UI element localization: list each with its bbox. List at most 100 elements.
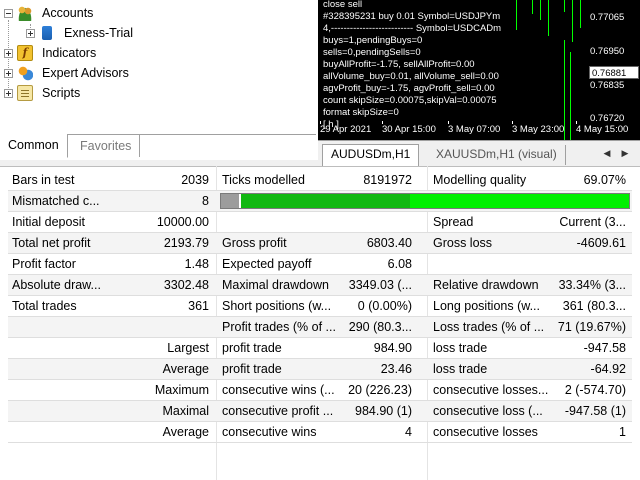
- report-value: Average: [162, 425, 209, 439]
- report-label: consecutive losses: [433, 425, 538, 439]
- report-label: Bars in test: [12, 173, 75, 187]
- report-value: 71 (19.67%): [557, 320, 626, 334]
- report-label: loss trade: [433, 341, 488, 355]
- navigator-tabs: Common Favorites: [0, 134, 316, 160]
- candle-wick: [540, 0, 541, 20]
- chart-comment-line: close sell: [323, 0, 363, 10]
- report-value: 10000.00: [156, 215, 209, 229]
- candle-wick: [572, 0, 573, 42]
- chart-tab-xauusdm[interactable]: XAUUSDm,H1 (visual): [428, 145, 566, 165]
- candle-wick: [548, 0, 549, 36]
- report-row: Absolute draw... 3302.48 Maximal drawdown 3…: [8, 275, 632, 296]
- price-label: 0.76950: [590, 46, 625, 57]
- nav-item-label: Indicators: [42, 46, 97, 60]
- report-row: Bars in test 2039 Ticks modelled 8191972 Mod…: [8, 170, 632, 191]
- report-label: Gross loss: [433, 236, 493, 250]
- chart-comment-line: 4,-------------------------- Symbol=USDC…: [323, 23, 502, 34]
- price-label: 0.76835: [590, 80, 625, 91]
- report-value: 8191972: [363, 173, 412, 187]
- nav-item-label: Accounts: [42, 6, 94, 20]
- time-label: 30 Apr 15:00: [382, 124, 436, 135]
- expand-icon[interactable]: [4, 68, 13, 78]
- report-row: Average profit trade 23.46 loss trade -64.92: [8, 359, 632, 380]
- candle-wick: [516, 0, 517, 30]
- tab-common[interactable]: Common: [0, 134, 68, 158]
- indicators-icon: f: [17, 45, 33, 61]
- report-value: 6803.40: [366, 236, 412, 250]
- report-value: 3302.48: [163, 278, 209, 292]
- expand-icon[interactable]: [4, 48, 13, 58]
- time-label: 3 May 07:00: [448, 124, 501, 135]
- report-value: Largest: [167, 341, 209, 355]
- report-row: Largest profit trade 984.90 loss trade -947.…: [8, 338, 632, 359]
- report-label: [8, 359, 128, 379]
- chart-comment-line: count skipSize=0.00075,skipVal=0.00075: [323, 95, 497, 106]
- collapse-icon[interactable]: [4, 8, 13, 18]
- report-label: Modelling quality: [433, 173, 527, 187]
- report-label: consecutive loss (...: [433, 404, 543, 418]
- report-row: Total net profit 2193.79 Gross profit 6803.…: [8, 233, 632, 254]
- report-value: 2193.79: [163, 236, 209, 250]
- report-value: 8: [202, 194, 209, 208]
- time-label: 3 May 23:00: [512, 124, 565, 135]
- server-icon: [42, 26, 52, 40]
- report-value: Average: [162, 362, 209, 376]
- candle-wick: [532, 0, 533, 14]
- time-label: 4 May 15:00: [576, 124, 629, 135]
- report-value: 23.46: [380, 362, 412, 376]
- report-value: 20 (226.23): [348, 383, 412, 397]
- report-label: Spread: [433, 215, 474, 229]
- quality-bar-dark-green-segment: [241, 194, 410, 208]
- report-label: Total trades: [12, 299, 77, 313]
- report-label: [429, 254, 559, 274]
- chart-comment-line: buys=1,pendingBuys=0: [323, 35, 423, 46]
- quality-bar-green-segment: [410, 194, 629, 208]
- report-row: Total trades 361 Short positions (w... 0 (0…: [8, 296, 632, 317]
- expand-icon[interactable]: [26, 28, 35, 38]
- chart-tab-audusdm[interactable]: AUDUSDm,H1: [322, 144, 420, 166]
- candle-wick: [580, 0, 581, 28]
- nav-item-indicators[interactable]: f Indicators: [4, 43, 96, 63]
- chart-comment-line: agvProfit_buy=-1.75, agvProfit_sell=0.00: [323, 83, 495, 94]
- report-row: Profit trades (% of ... 290 (80.3... Loss …: [8, 317, 632, 338]
- report-label: Total net profit: [12, 236, 91, 250]
- chart-comment-line: #328395231 buy 0.01 Symbol=USDJPYm: [323, 11, 501, 22]
- report-value: 69.07%: [583, 173, 626, 187]
- report-value: 3349.03 (...: [348, 278, 412, 292]
- nav-item-scripts[interactable]: Scripts: [4, 83, 80, 103]
- tab-favorites[interactable]: Favorites: [72, 135, 141, 157]
- report-label: Absolute draw...: [12, 278, 101, 292]
- quality-bar-grey-segment: [221, 194, 240, 208]
- scripts-icon: [17, 85, 33, 101]
- scroll-left-icon[interactable]: ◀: [602, 147, 612, 159]
- navigator-tree: Accounts Exness-Trial f Indicators Exper…: [0, 0, 316, 134]
- price-scale[interactable]: 0.77065 0.76950 0.76881 0.76835 0.76720: [588, 0, 640, 124]
- report-value: 2 (-574.70): [564, 383, 626, 397]
- candle-wick: [564, 0, 565, 12]
- report-label: Loss trades (% of ...: [433, 320, 545, 334]
- report-label: [8, 338, 128, 358]
- chart-window[interactable]: close sell #328395231 buy 0.01 Symbol=USD…: [318, 0, 640, 140]
- accounts-icon: [17, 5, 33, 21]
- report-value: 984.90 (1): [355, 404, 412, 418]
- report-value: 290 (80.3...: [348, 320, 412, 334]
- report-row: Initial deposit 10000.00 Spread Current (3.…: [8, 212, 632, 233]
- expand-icon[interactable]: [4, 88, 13, 98]
- chart-comment-line: sells=0,pendingSells=0: [323, 47, 421, 58]
- report-row: Mismatched c... 8: [8, 191, 632, 212]
- report-value: 361 (80.3...: [562, 299, 626, 313]
- nav-item-exness-trial[interactable]: Exness-Trial: [26, 23, 133, 43]
- report-value: 1: [619, 425, 626, 439]
- time-label: 29 Apr 2021: [320, 124, 372, 135]
- report-label: Profit factor: [12, 257, 76, 271]
- nav-item-label: Exness-Trial: [64, 26, 133, 40]
- report-value: [548, 254, 630, 274]
- report-label: [8, 380, 128, 400]
- nav-item-accounts[interactable]: Accounts: [4, 3, 93, 23]
- report-value: 2039: [181, 173, 209, 187]
- chart-tab-bar: AUDUSDm,H1 XAUUSDm,H1 (visual) ◀ ▶: [318, 140, 640, 166]
- chart-comment-line: format skipSize=0: [323, 107, 399, 118]
- scroll-right-icon[interactable]: ▶: [620, 147, 630, 159]
- report-row: Maximum consecutive wins (... 20 (226.23) c…: [8, 380, 632, 401]
- nav-item-expert-advisors[interactable]: Expert Advisors: [4, 63, 129, 83]
